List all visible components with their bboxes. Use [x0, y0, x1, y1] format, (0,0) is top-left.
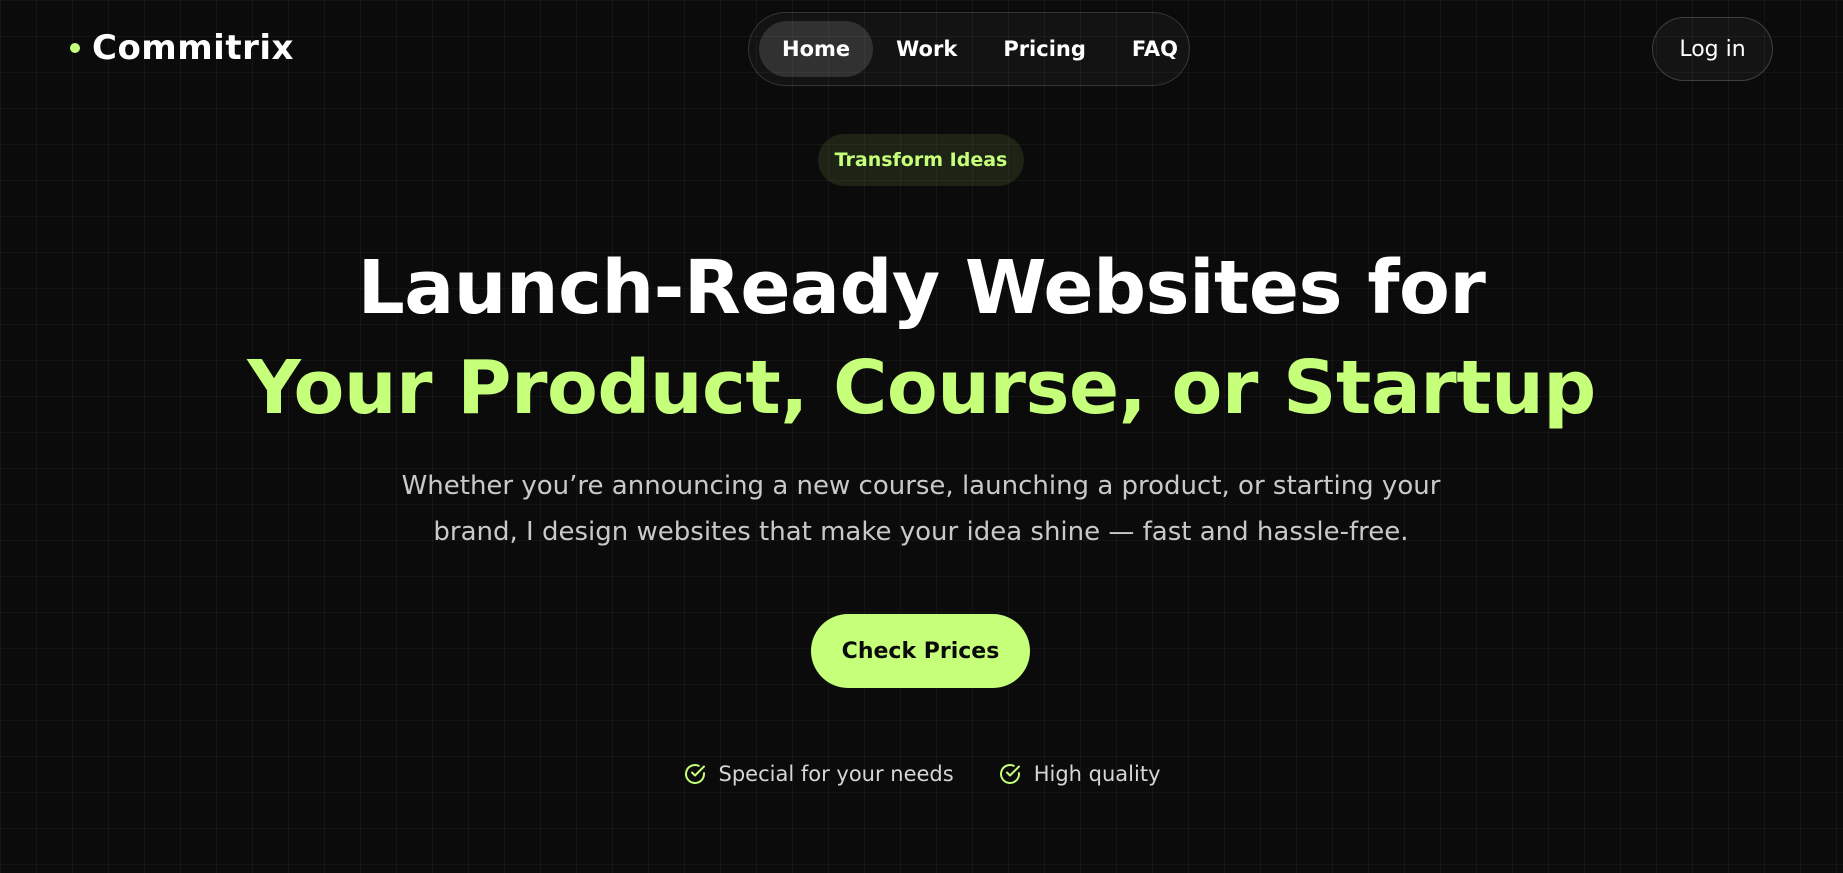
feature-label: High quality: [1033, 762, 1161, 786]
main-nav: Home Work Pricing FAQ: [748, 12, 1190, 86]
check-circle-icon: [998, 762, 1022, 786]
subtitle-line-1: Whether you’re announcing a new course, …: [401, 471, 1441, 501]
check-prices-button[interactable]: Check Prices: [811, 614, 1030, 688]
login-button[interactable]: Log in: [1652, 17, 1773, 81]
feature-item: Special for your needs: [683, 762, 954, 786]
check-circle-icon: [683, 762, 707, 786]
subtitle-line-2: brand, I design websites that make your …: [433, 517, 1409, 547]
feature-item: High quality: [998, 762, 1161, 786]
feature-label: Special for your needs: [718, 762, 954, 786]
dot-icon: [70, 43, 80, 53]
headline-line-2: Your Product, Course, or Startup: [247, 345, 1596, 431]
nav-item-work[interactable]: Work: [873, 21, 980, 77]
nav-item-home[interactable]: Home: [759, 21, 874, 77]
brand-name: Commitrix: [92, 28, 294, 68]
hero-badge: Transform Ideas: [818, 134, 1024, 186]
hero-headline: Launch-Ready Websites for Your Product, …: [0, 238, 1843, 438]
headline-line-1: Launch-Ready Websites for: [357, 245, 1486, 331]
feature-list: Special for your needs High quality: [0, 762, 1843, 786]
landing-page: Commitrix Home Work Pricing FAQ Log in T…: [0, 0, 1843, 873]
hero-subtitle: Whether you’re announcing a new course, …: [371, 463, 1471, 555]
nav-item-pricing[interactable]: Pricing: [980, 21, 1109, 77]
brand-logo[interactable]: Commitrix: [70, 28, 294, 68]
nav-item-faq[interactable]: FAQ: [1109, 21, 1201, 77]
